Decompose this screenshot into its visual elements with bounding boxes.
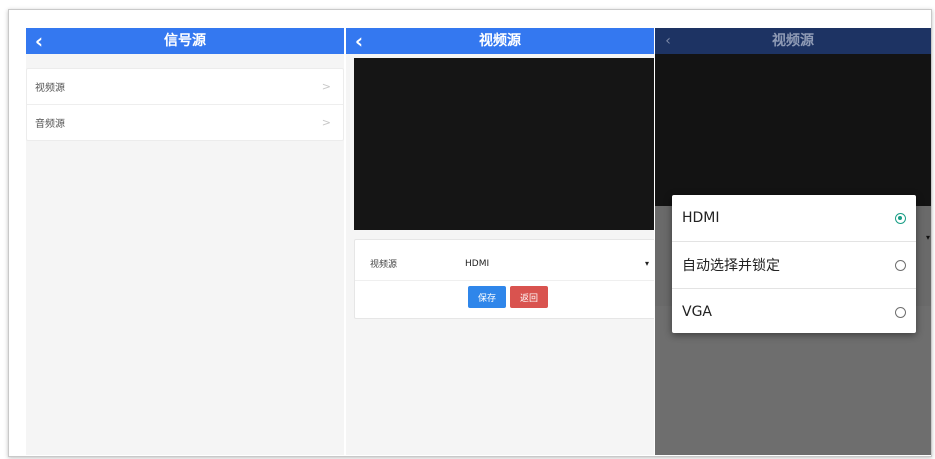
video-source-screen: ‹ 视频源 视频源 HDMI ▾ 保存 返回 <box>346 28 654 455</box>
radio-unchecked-icon[interactable] <box>895 306 906 318</box>
source-list: 视频源 > 音频源 > <box>26 68 344 141</box>
dropdown-arrow-icon: ▾ <box>925 233 930 242</box>
radio-unchecked-icon[interactable] <box>895 259 906 271</box>
signal-source-screen: ‹ 信号源 视频源 > 音频源 > <box>26 28 344 455</box>
page-title: 信号源 <box>164 33 206 49</box>
dropdown-arrow-icon[interactable]: ▾ <box>645 259 649 268</box>
video-source-select-value[interactable]: HDMI <box>465 259 489 269</box>
option-label: HDMI <box>682 210 720 226</box>
option-auto-lock[interactable]: 自动选择并锁定 <box>672 241 916 288</box>
option-vga[interactable]: VGA <box>672 288 916 335</box>
list-item-audio-source[interactable]: 音频源 > <box>27 104 343 140</box>
top-bar: ‹ 信号源 <box>26 28 344 54</box>
video-source-select-row[interactable]: 视频源 HDMI ▾ <box>355 248 654 281</box>
option-label: 自动选择并锁定 <box>682 258 780 274</box>
screenshot-frame: ‹ 信号源 视频源 > 音频源 > ‹ 视频源 视频源 HDMI ▾ 保存 返回… <box>8 9 932 457</box>
page-title: 视频源 <box>772 33 814 49</box>
page-title: 视频源 <box>479 33 521 49</box>
option-hdmi[interactable]: HDMI <box>672 195 916 241</box>
radio-checked-icon[interactable] <box>895 212 906 224</box>
return-button[interactable]: 返回 <box>510 286 548 308</box>
option-label: VGA <box>682 304 713 320</box>
video-preview <box>354 58 654 230</box>
source-form: 视频源 HDMI ▾ 保存 返回 <box>354 239 654 319</box>
list-item-label: 视频源 <box>35 83 65 94</box>
chevron-right-icon: > <box>321 80 331 93</box>
video-source-label: 视频源 <box>370 260 398 270</box>
video-source-picker-screen: ‹ 视频源 ▾ HDMI 自动选择并锁定 VGA <box>655 28 931 455</box>
top-bar: ‹ 视频源 <box>346 28 654 54</box>
save-button[interactable]: 保存 <box>468 286 506 308</box>
list-item-label: 音频源 <box>35 119 65 130</box>
source-picker-dialog: HDMI 自动选择并锁定 VGA <box>672 195 916 333</box>
chevron-right-icon: > <box>321 116 331 129</box>
list-item-video-source[interactable]: 视频源 > <box>27 69 343 104</box>
video-preview-dimmed <box>655 54 931 206</box>
top-bar-dimmed: ‹ 视频源 <box>655 28 931 54</box>
